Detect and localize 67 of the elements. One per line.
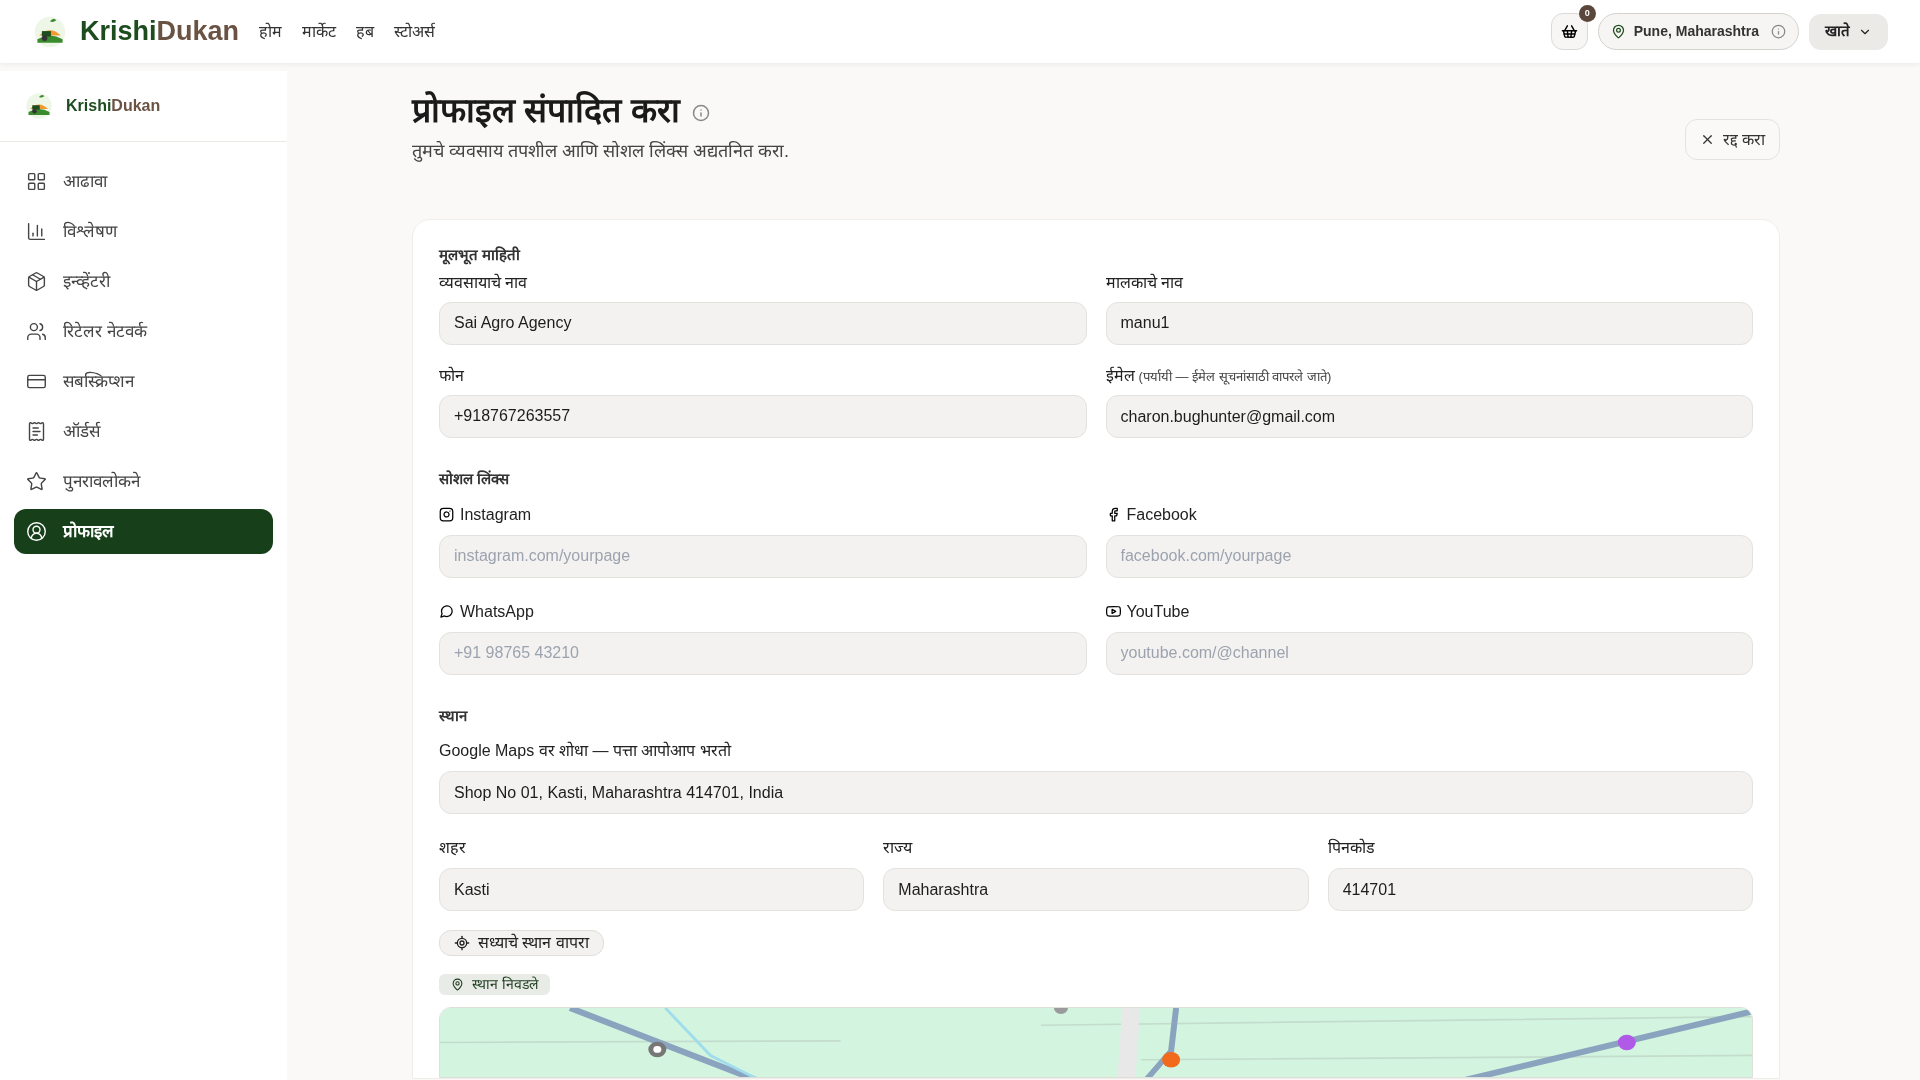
chat-bubble-icon	[439, 604, 454, 619]
map-pin-icon	[1610, 24, 1626, 39]
input-field[interactable]: manu1	[1105, 301, 1753, 345]
account-menu-button[interactable]: खाते	[1809, 13, 1888, 50]
brand-name[interactable]: KrishiDukan	[80, 16, 240, 47]
box-icon	[26, 271, 47, 292]
input-field[interactable]: Shop No 01, Kasti, Maharashtra 414701, India	[439, 771, 1753, 814]
input-field[interactable]: instagram.com/yourpage	[439, 534, 1087, 578]
receipt-icon	[26, 421, 47, 442]
input-field[interactable]: +918767263557	[439, 394, 1087, 438]
location-selected-badge: स्थान निवडले	[439, 974, 550, 995]
nav-link[interactable]: स्टोअर्स	[394, 19, 436, 44]
play-icon	[1105, 604, 1121, 619]
section-heading: सोशल लिंक्स	[439, 469, 511, 489]
use-current-location-button[interactable]: सध्याचे स्थान वापरा	[439, 930, 604, 956]
field-label: फोन	[439, 365, 464, 386]
input-field[interactable]: +91 98765 43210	[439, 631, 1087, 675]
field-label: Facebook	[1126, 504, 1197, 525]
field-label: व्यवसायाचे नाव	[439, 272, 528, 293]
page-title: प्रोफाइल संपादित करा	[412, 90, 680, 131]
section-heading: स्थान	[439, 705, 469, 726]
input-field[interactable]: Kasti	[439, 868, 865, 911]
grid-icon	[26, 171, 47, 192]
field-label: ईमेल	[1105, 365, 1135, 386]
sidebar-item[interactable]: पुनरावलोकने	[14, 459, 273, 504]
logo-icon	[24, 91, 54, 121]
input-field[interactable]: 414701	[1327, 868, 1753, 911]
field-hint: (पर्यायी — ईमेल सूचनांसाठी वापरले जाते)	[1138, 367, 1332, 386]
info-icon	[691, 103, 710, 122]
sidebar-item[interactable]: आढावा	[14, 159, 273, 204]
info-icon	[1771, 24, 1786, 39]
field-label: YouTube	[1126, 601, 1190, 622]
sidebar-item[interactable]: प्रोफाइल	[14, 509, 273, 554]
input-field[interactable]: youtube.com/@channel	[1105, 631, 1753, 675]
input-field[interactable]: Sai Agro Agency	[439, 301, 1087, 345]
sidebar-item[interactable]: सबस्क्रिप्शन	[14, 359, 273, 404]
nav-link[interactable]: होम	[259, 19, 283, 44]
section-heading: मूलभूत माहिती	[439, 245, 522, 267]
basket-icon	[1560, 23, 1578, 40]
sidebar-item[interactable]: विश्लेषण	[14, 209, 273, 254]
user-icon	[26, 521, 47, 542]
bar-chart-icon	[26, 221, 47, 242]
field-label: WhatsApp	[460, 601, 534, 622]
cancel-button[interactable]: रद्द करा	[1684, 119, 1780, 160]
users-icon	[26, 321, 47, 342]
star-icon	[26, 471, 47, 492]
sidebar-item[interactable]: रिटेलर नेटवर्क	[14, 309, 273, 354]
brand-name[interactable]: KrishiDukan	[66, 94, 161, 118]
input-field[interactable]: charon.bughunter@gmail.com	[1105, 395, 1753, 438]
field-label: राज्य	[883, 838, 914, 858]
sidebar-item[interactable]: इन्व्हेंटरी	[14, 259, 273, 304]
sidebar-item[interactable]: ऑर्डर्स	[14, 409, 273, 454]
nav-link[interactable]: मार्केट	[302, 19, 337, 44]
camera-icon	[439, 507, 454, 522]
nav-link[interactable]: हब	[356, 19, 375, 44]
input-field[interactable]: Maharashtra	[883, 868, 1309, 911]
page-subtitle: तुमचे व्यवसाय तपशील आणि सोशल लिंक्स अद्यतनित करा.	[412, 140, 789, 164]
field-label: Instagram	[460, 504, 532, 525]
location-button[interactable]: Pune, Maharashtra	[1597, 13, 1799, 50]
crosshair-icon	[454, 935, 470, 951]
field-label: पिनकोड	[1327, 838, 1376, 858]
map-pin-icon	[451, 978, 464, 991]
field-label: शहर	[439, 838, 467, 858]
input-field[interactable]: facebook.com/yourpage	[1105, 534, 1753, 578]
cart-count-badge: 0	[1578, 5, 1596, 22]
field-label: मालकाचे नाव	[1105, 272, 1183, 293]
field-label: Google Maps वर शोधा — पत्ता आपोआप भरतो	[439, 741, 733, 761]
